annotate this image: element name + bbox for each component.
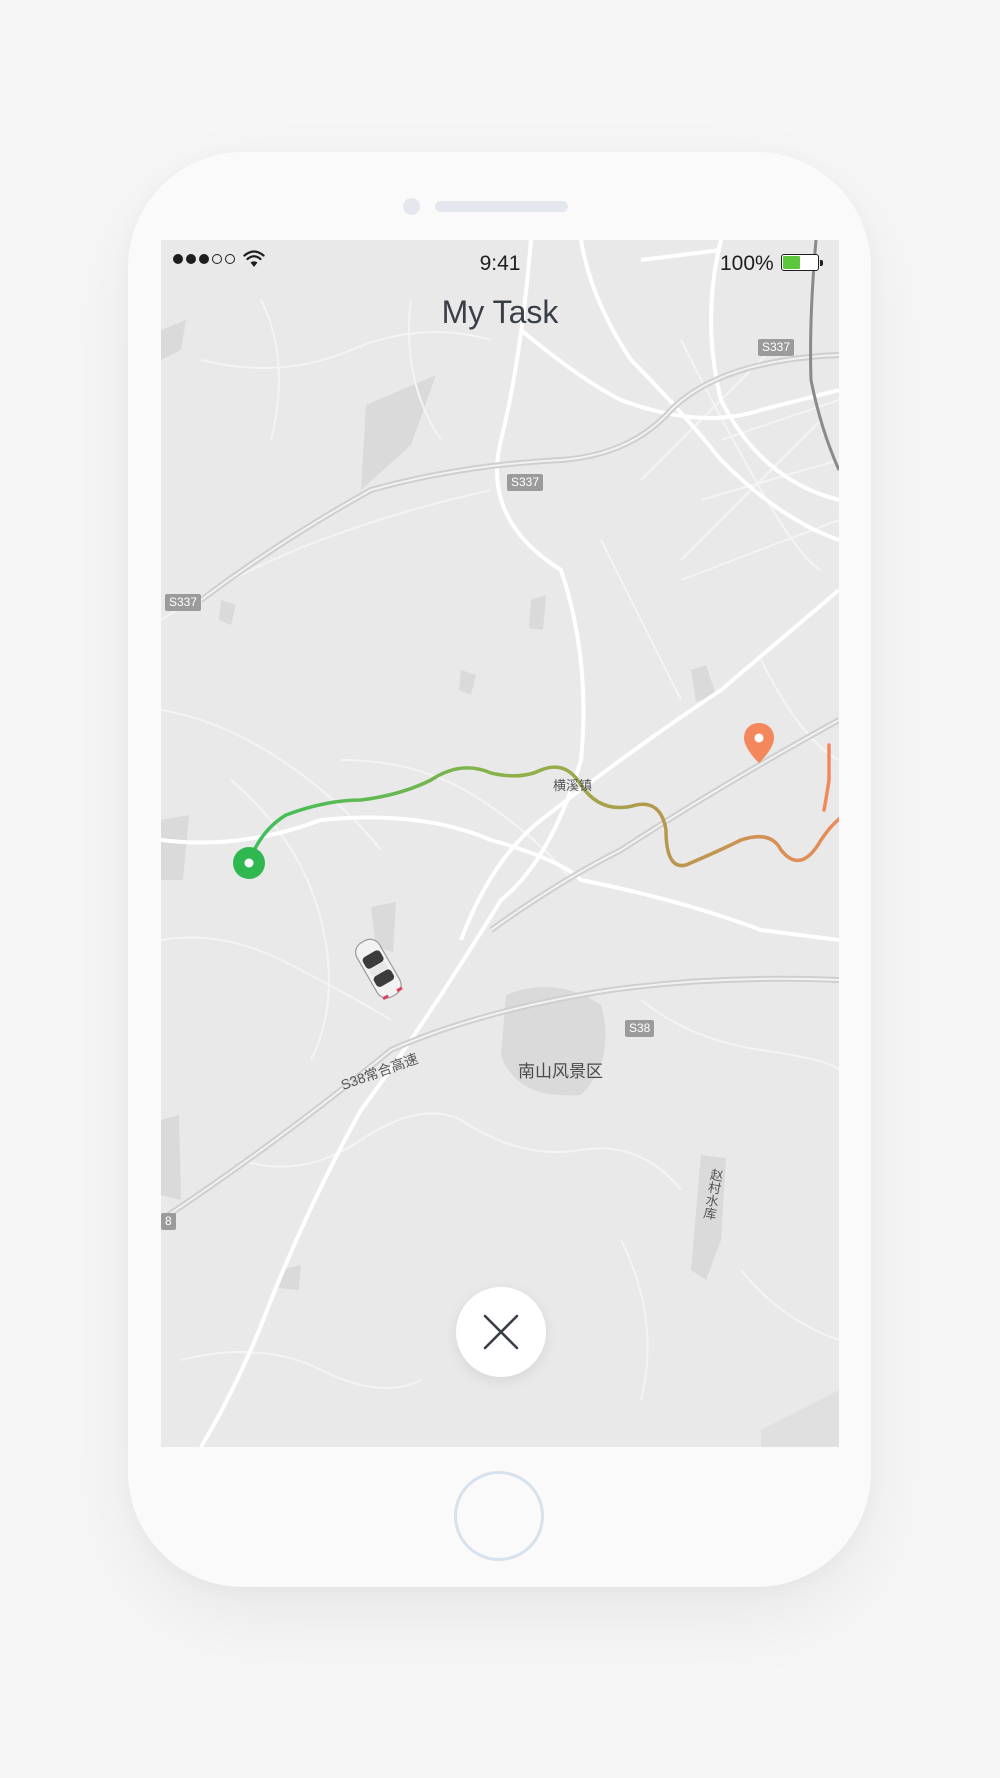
start-location-pin-icon[interactable] <box>232 846 266 880</box>
battery-percent: 100% <box>720 252 774 275</box>
battery-tip <box>820 260 823 266</box>
status-bar: 9:41 100% <box>161 240 839 284</box>
battery-level-fill <box>783 256 800 269</box>
road-label-s337-top-right: S337 <box>758 339 795 356</box>
close-icon <box>483 1314 519 1350</box>
road-label-s38: S38 <box>625 1020 655 1037</box>
destination-pin-icon[interactable] <box>743 722 775 764</box>
phone-screen: S337 S337 S337 S38 8 横溪镇 南山风景区 S38常合高速 赵… <box>161 240 839 1447</box>
road-label-edge: 8 <box>161 1213 176 1230</box>
page-title: My Task <box>441 294 559 330</box>
road-label-s337-center: S337 <box>507 474 544 491</box>
home-button[interactable] <box>454 1471 544 1561</box>
earpiece-speaker <box>435 201 568 212</box>
map[interactable] <box>161 240 839 1447</box>
front-camera <box>403 198 420 215</box>
battery-icon <box>781 254 819 271</box>
place-label-town: 横溪镇 <box>553 778 593 793</box>
close-button[interactable] <box>456 1287 546 1377</box>
car-icon[interactable] <box>348 930 408 1010</box>
place-label-scenic-area: 南山风景区 <box>518 1062 603 1081</box>
road-label-s337-left: S337 <box>165 594 202 611</box>
